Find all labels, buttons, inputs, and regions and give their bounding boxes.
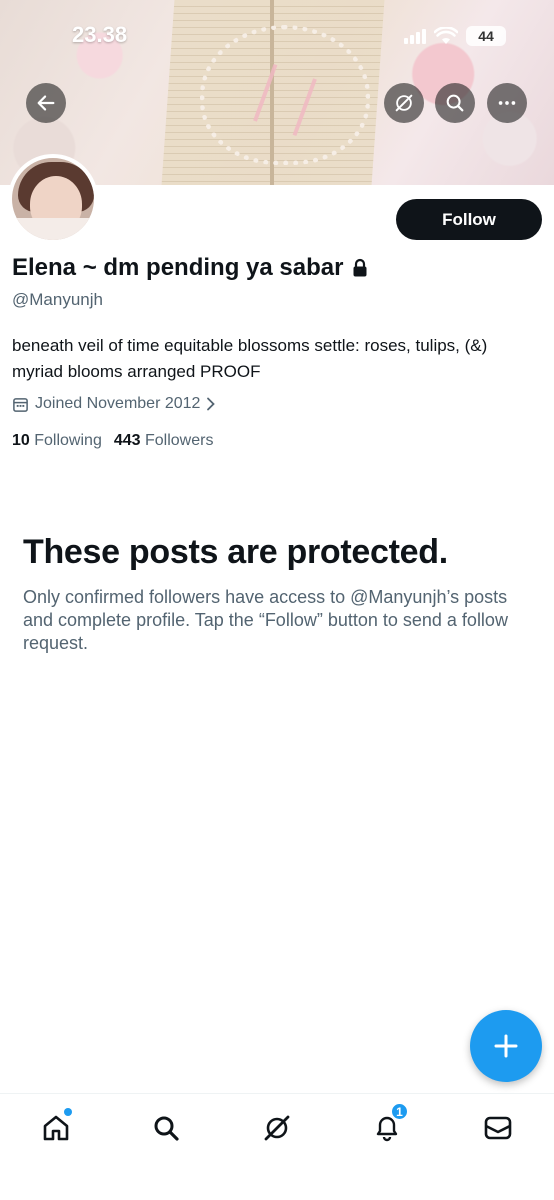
home-icon — [43, 1115, 69, 1141]
user-handle: @Manyunjh — [12, 290, 103, 309]
following-link[interactable]: 10 Following — [12, 432, 102, 450]
following-count: 10 — [12, 432, 30, 449]
protected-description: Only confirmed followers have access to … — [23, 587, 508, 653]
followers-link[interactable]: 443 Followers — [114, 432, 214, 450]
more-button[interactable] — [487, 83, 527, 123]
status-time: 23.38 — [72, 22, 128, 47]
back-button[interactable] — [26, 83, 66, 123]
compose-button[interactable] — [470, 1010, 542, 1082]
follow-button[interactable]: Follow — [396, 199, 542, 240]
profile-bio: beneath veil of time equitable blossoms … — [12, 336, 488, 381]
avatar[interactable] — [8, 154, 98, 244]
grok-icon — [264, 1115, 290, 1141]
follow-stats: 10 Following 443 Followers — [12, 432, 213, 450]
search-button[interactable] — [435, 83, 475, 123]
notifications-badge: 1 — [390, 1102, 409, 1121]
tab-notifications[interactable]: 1 — [367, 1102, 409, 1148]
followers-count: 443 — [113, 432, 141, 449]
home-unread-dot — [64, 1108, 72, 1116]
tab-home[interactable] — [36, 1108, 76, 1148]
bottom-tab-bar: 1 — [0, 1093, 554, 1200]
avatar-shirt — [12, 218, 94, 240]
battery-indicator: 44 — [466, 26, 506, 46]
status-icons: 44 — [404, 26, 506, 46]
wifi-icon — [434, 27, 458, 44]
tab-grok[interactable] — [257, 1108, 297, 1148]
display-name: Elena ~ dm pending ya sabar — [12, 254, 344, 281]
lock-icon — [353, 258, 367, 277]
search-icon — [446, 94, 464, 112]
protected-title: These posts are protected. — [23, 533, 448, 571]
search-icon — [154, 1116, 179, 1141]
signal-icon — [404, 28, 426, 44]
tab-explore[interactable] — [146, 1108, 186, 1148]
calendar-icon — [13, 397, 28, 412]
more-icon — [498, 101, 516, 105]
joined-text: Joined November 2012 — [35, 395, 201, 412]
mail-icon — [484, 1116, 512, 1140]
following-label: Following — [34, 432, 102, 449]
followers-label: Followers — [145, 432, 214, 449]
name-row: Elena ~ dm pending ya sabar — [12, 254, 369, 282]
back-arrow-icon — [37, 95, 55, 111]
tab-messages[interactable] — [478, 1108, 518, 1148]
joined-date[interactable]: Joined November 2012 — [12, 395, 216, 413]
chevron-right-icon — [207, 397, 216, 411]
grok-icon — [395, 94, 413, 112]
plus-icon — [494, 1034, 518, 1058]
grok-button[interactable] — [384, 83, 424, 123]
